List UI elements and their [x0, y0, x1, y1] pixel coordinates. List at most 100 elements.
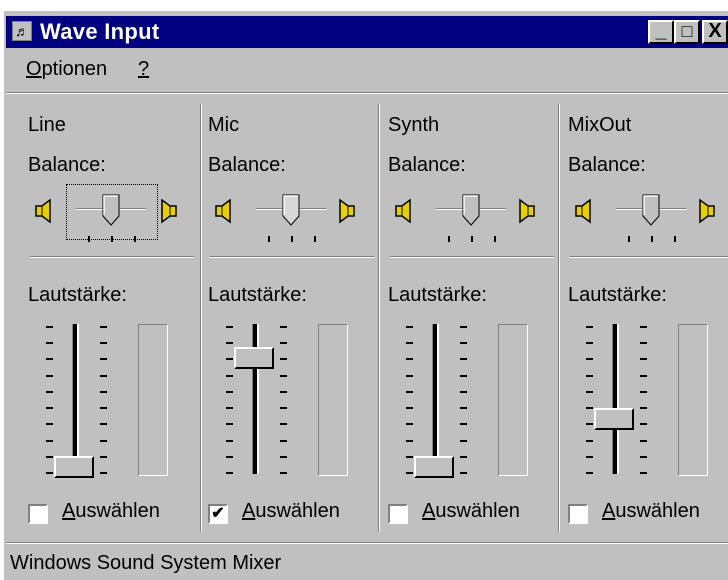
volume-tick [46, 390, 53, 393]
volume-tick [100, 390, 107, 393]
maximize-icon: □ [681, 21, 693, 41]
volume-tick [406, 439, 413, 442]
select-checkbox[interactable]: ✔ [208, 504, 228, 524]
channel-strip: Synth Balance: Lautstärke: Auswählen [380, 96, 560, 536]
volume-slider-thumb[interactable] [414, 456, 454, 478]
volume-label: Lautstärke: [568, 284, 667, 306]
level-meter [498, 324, 528, 476]
speaker-left-icon [214, 198, 236, 224]
speaker-left-icon [394, 198, 416, 224]
menu-separator [6, 92, 728, 94]
balance-separator [210, 256, 374, 258]
balance-slider-thumb[interactable] [642, 194, 660, 226]
minimize-button[interactable]: _ [648, 20, 674, 44]
volume-label: Lautstärke: [28, 284, 127, 306]
menu-optionen[interactable]: Optionen [26, 58, 107, 81]
volume-tick [586, 407, 593, 410]
volume-tick [460, 358, 467, 361]
select-label[interactable]: Auswählen [422, 500, 520, 523]
volume-tick [100, 358, 107, 361]
speaker-left-icon [34, 198, 56, 224]
balance-tick [674, 236, 676, 242]
volume-tick [640, 342, 647, 345]
volume-tick [46, 439, 53, 442]
volume-tick [460, 472, 467, 474]
select-label[interactable]: Auswählen [62, 500, 160, 523]
volume-tick [460, 390, 467, 393]
select-label-text: uswählen [75, 500, 160, 522]
status-bar-text: Windows Sound System Mixer [10, 552, 282, 574]
volume-tick [46, 455, 53, 458]
volume-tick [406, 472, 413, 474]
volume-tick [280, 455, 287, 458]
volume-tick [586, 342, 593, 345]
volume-tick [640, 439, 647, 442]
volume-tick [586, 439, 593, 442]
select-label-accel: A [242, 500, 256, 522]
volume-slider-thumb[interactable] [594, 408, 634, 431]
volume-tick [226, 423, 233, 426]
balance-tick [268, 236, 270, 242]
status-separator [6, 542, 728, 544]
select-label[interactable]: Auswählen [242, 500, 340, 523]
volume-tick [460, 439, 467, 442]
volume-tick [640, 326, 647, 328]
menu-help-label: ? [138, 58, 150, 80]
balance-focus-rect [66, 184, 158, 240]
menu-help[interactable]: ? [138, 58, 149, 81]
volume-tick [280, 439, 287, 442]
select-checkbox[interactable] [388, 504, 408, 524]
balance-slider-thumb[interactable] [282, 194, 300, 226]
window-title: Wave Input [40, 19, 160, 44]
channel-strip: Line Balance: Lautstärke: Auswählen [20, 96, 200, 536]
volume-tick [46, 374, 53, 377]
volume-track[interactable] [432, 324, 439, 474]
select-checkbox[interactable] [568, 504, 588, 524]
volume-tick [406, 423, 413, 426]
select-label-text: uswählen [615, 500, 700, 522]
close-button[interactable]: X [702, 20, 728, 44]
volume-tick [226, 342, 233, 345]
volume-tick [406, 407, 413, 410]
select-label-text: uswählen [255, 500, 340, 522]
speaker-right-icon [514, 198, 536, 224]
volume-tick [586, 326, 593, 328]
volume-tick [586, 358, 593, 361]
volume-tick [406, 358, 413, 361]
balance-slider-thumb[interactable] [462, 194, 480, 226]
volume-tick [280, 374, 287, 377]
volume-tick [640, 374, 647, 377]
channel-strip: Mic Balance: Lautstärke: ✔ Auswählen [200, 96, 380, 536]
volume-tick [226, 455, 233, 458]
select-label-accel: A [62, 500, 76, 522]
volume-tick [640, 390, 647, 393]
volume-tick [280, 423, 287, 426]
maximize-button[interactable]: □ [674, 20, 700, 44]
volume-tick [280, 390, 287, 393]
level-meter [318, 324, 348, 476]
volume-tick [46, 407, 53, 410]
volume-track[interactable] [612, 324, 619, 474]
volume-tick [100, 455, 107, 458]
title-bar[interactable]: ♬ Wave Input _ □ X [6, 16, 728, 48]
volume-tick [460, 455, 467, 458]
select-label[interactable]: Auswählen [602, 500, 700, 523]
mixer-app-icon[interactable]: ♬ [12, 21, 32, 41]
volume-tick [460, 374, 467, 377]
volume-tick [406, 342, 413, 345]
close-icon: X [708, 20, 722, 42]
volume-slider-thumb[interactable] [54, 456, 94, 478]
volume-tick [406, 374, 413, 377]
volume-tick [46, 358, 53, 361]
volume-tick [406, 455, 413, 458]
volume-track[interactable] [72, 324, 79, 474]
volume-tick [460, 326, 467, 328]
balance-separator [390, 256, 554, 258]
volume-tick [226, 390, 233, 393]
select-checkbox[interactable] [28, 504, 48, 524]
volume-slider-thumb[interactable] [234, 347, 274, 370]
select-label-text: uswählen [435, 500, 520, 522]
volume-tick [640, 423, 647, 426]
volume-tick [226, 358, 233, 361]
volume-tick [640, 455, 647, 458]
